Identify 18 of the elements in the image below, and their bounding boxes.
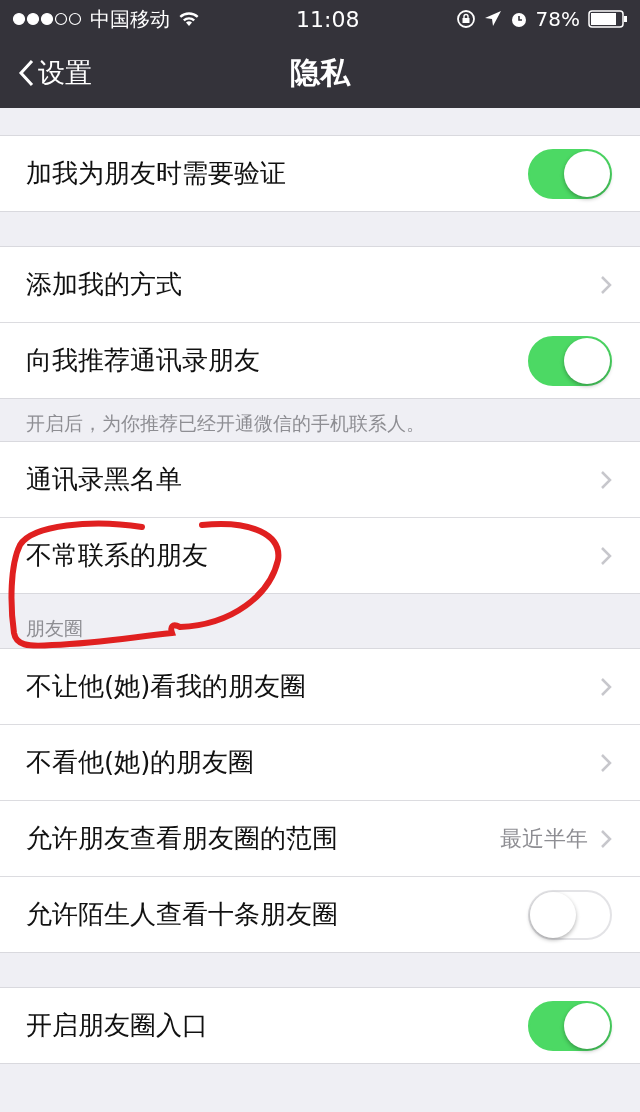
row-label[interactable]: 添加我的方式 — [26, 267, 600, 302]
row-label[interactable]: 不看他(她)的朋友圈 — [26, 745, 600, 780]
row-label[interactable]: 开启朋友圈入口 — [26, 1008, 528, 1043]
carrier-name: 中国移动 — [90, 5, 170, 33]
row-label[interactable]: 不让他(她)看我的朋友圈 — [26, 669, 600, 704]
section-footer: 开启后，为你推荐已经开通微信的手机联系人。 — [0, 399, 640, 441]
clock-time: 11:08 — [296, 6, 360, 32]
page-title: 隐私 — [290, 53, 350, 92]
battery-percent: 78% — [535, 7, 580, 31]
row-label[interactable]: 向我推荐通讯录朋友 — [26, 343, 528, 378]
row-label[interactable]: 不常联系的朋友 — [26, 538, 600, 573]
row-value: 最近半年 — [500, 824, 588, 853]
row-label[interactable]: 允许陌生人查看十条朋友圈 — [26, 897, 528, 932]
row-label[interactable]: 通讯录黑名单 — [26, 462, 600, 497]
back-button[interactable]: 设置 — [0, 55, 92, 91]
section-header: 朋友圈 — [25, 616, 84, 641]
row-label[interactable]: 加我为朋友时需要验证 — [26, 156, 528, 191]
row-label[interactable]: 允许朋友查看朋友圈的范围 — [26, 821, 500, 856]
